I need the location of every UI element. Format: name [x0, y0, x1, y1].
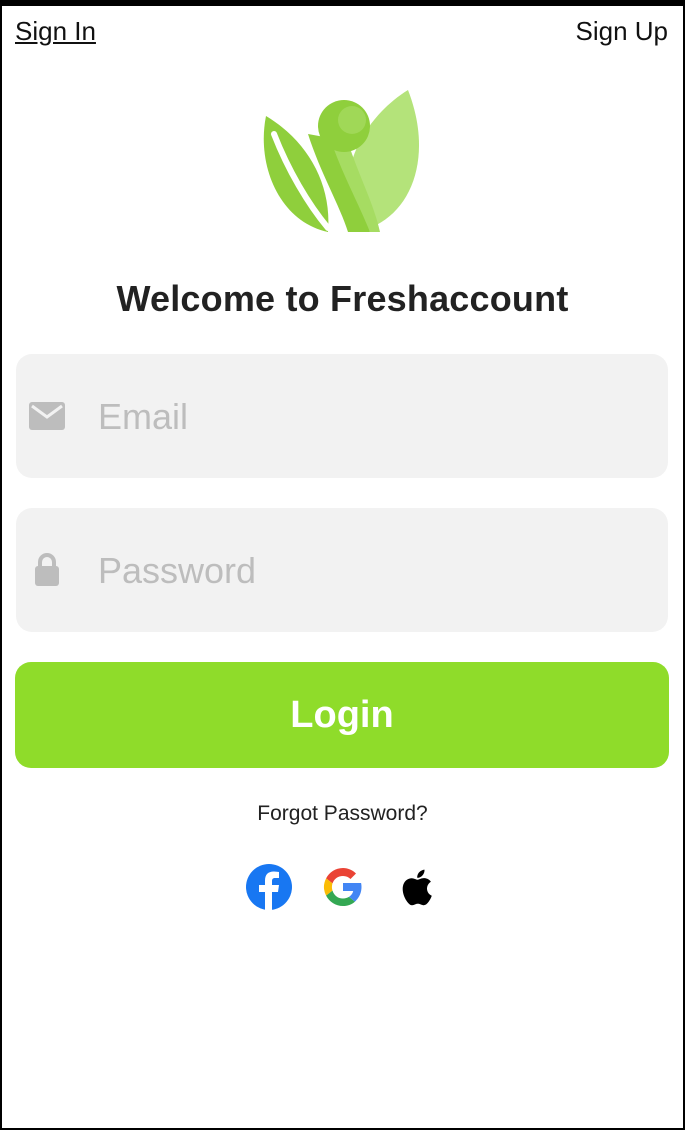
google-icon[interactable] — [318, 862, 368, 912]
mail-icon — [29, 402, 65, 430]
password-field-container — [16, 508, 668, 632]
password-input[interactable] — [96, 528, 640, 614]
facebook-icon[interactable] — [244, 862, 294, 912]
lock-icon — [35, 553, 59, 586]
page-title: Welcome to Freshaccount — [116, 278, 569, 319]
apple-icon[interactable] — [394, 862, 444, 912]
app-logo — [263, 90, 420, 232]
email-input[interactable] — [96, 374, 640, 460]
email-field-container — [16, 354, 668, 478]
social-login-row — [0, 862, 685, 916]
sign-in-link[interactable]: Sign In — [15, 16, 96, 47]
sign-up-link[interactable]: Sign Up — [576, 16, 669, 47]
forgot-password-link[interactable]: Forgot Password? — [0, 802, 685, 826]
top-nav: Sign In Sign Up — [0, 6, 685, 56]
login-button[interactable]: Login — [15, 662, 669, 768]
